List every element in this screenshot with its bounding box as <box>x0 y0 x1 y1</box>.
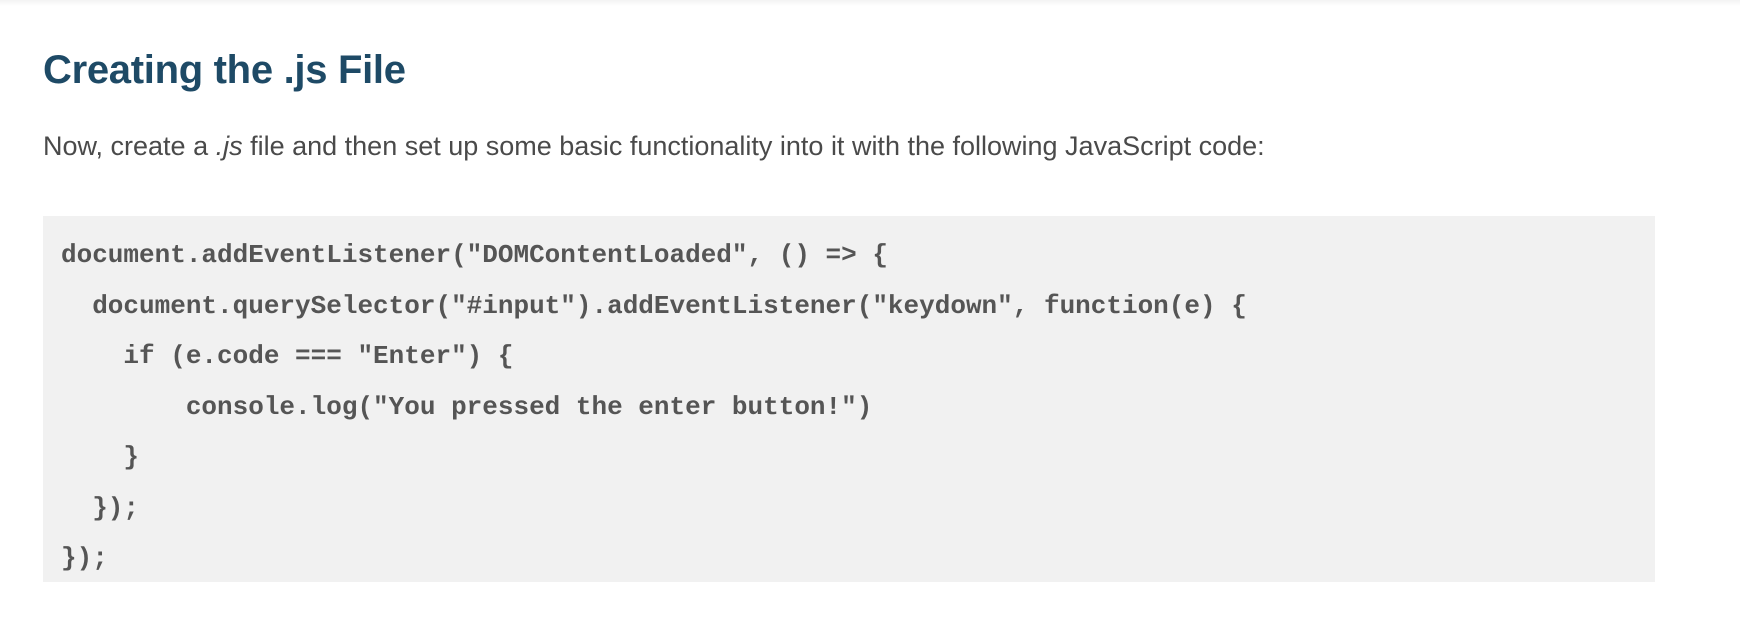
intro-text-after: file and then set up some basic function… <box>242 131 1265 161</box>
code-line: }); <box>61 492 140 523</box>
code-line: } <box>61 442 140 472</box>
code-line: console.log("You pressed the enter butto… <box>61 391 873 422</box>
header-shadow <box>0 0 1740 6</box>
intro-paragraph: Now, create a .js file and then set up s… <box>43 128 1697 164</box>
code-block[interactable]: document.addEventListener("DOMContentLoa… <box>43 216 1655 582</box>
code-line: }); <box>61 543 108 573</box>
article-page: Creating the .js File Now, create a .js … <box>0 0 1740 626</box>
intro-text-emphasis: .js <box>215 131 243 161</box>
code-line: if (e.code === "Enter") { <box>61 341 514 371</box>
code-line: document.addEventListener("DOMContentLoa… <box>61 240 888 270</box>
intro-text-before: Now, create a <box>43 131 216 161</box>
section-heading: Creating the .js File <box>43 48 406 92</box>
code-line: document.querySelector("#input").addEven… <box>61 290 1247 321</box>
